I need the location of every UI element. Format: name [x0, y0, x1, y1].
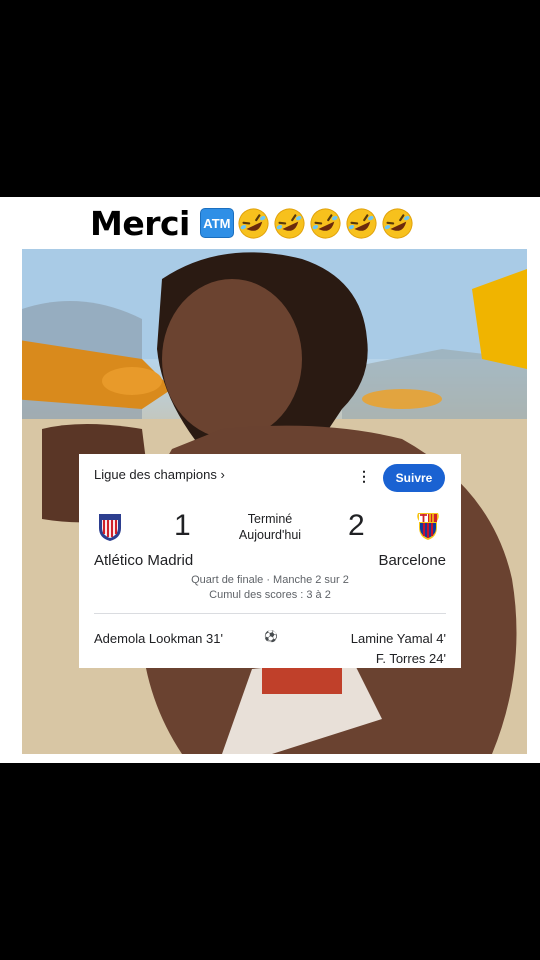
rolling-laughing-icon	[310, 207, 341, 239]
divider	[94, 613, 446, 614]
home-score: 1	[174, 509, 191, 542]
away-team-name[interactable]: Barcelone	[378, 552, 446, 569]
away-scorer: Lamine Yamal 4'	[350, 631, 446, 646]
barcelona-crest-icon	[417, 513, 439, 540]
match-status: Terminé Aujourd'hui	[229, 511, 311, 543]
home-scorer: Ademola Lookman 31'	[94, 631, 223, 646]
rolling-laughing-icon	[346, 207, 377, 239]
rolling-laughing-icon	[382, 207, 413, 239]
follow-button[interactable]: Suivre	[383, 464, 445, 492]
more-options-icon[interactable]: ⋮	[357, 468, 371, 485]
status-finished: Terminé	[247, 512, 293, 526]
away-score: 2	[348, 509, 365, 542]
rolling-laughing-icon	[238, 207, 269, 239]
status-date: Aujourd'hui	[238, 528, 302, 542]
match-score-card[interactable]: Ligue des champions › ⋮ Suivre 1 Terminé…	[79, 454, 461, 668]
round-info: Quart de finale · Manche 2 sur 2	[191, 574, 349, 586]
soccer-ball-icon: ⚽	[264, 631, 278, 643]
atm-icon: ATM	[199, 208, 234, 238]
atletico-crest-icon	[99, 514, 121, 541]
rolling-laughing-icon	[274, 207, 305, 239]
home-team-name[interactable]: Atlético Madrid	[94, 552, 193, 569]
aggregate-info: Cumul des scores : 3 à 2	[209, 589, 331, 601]
away-scorer: F. Torres 24'	[375, 651, 446, 666]
caption-banner: Merci ATM	[76, 199, 424, 247]
caption-text: Merci	[90, 203, 190, 243]
emoji-row: ATM	[199, 207, 414, 240]
league-link[interactable]: Ligue des champions ›	[94, 467, 225, 482]
